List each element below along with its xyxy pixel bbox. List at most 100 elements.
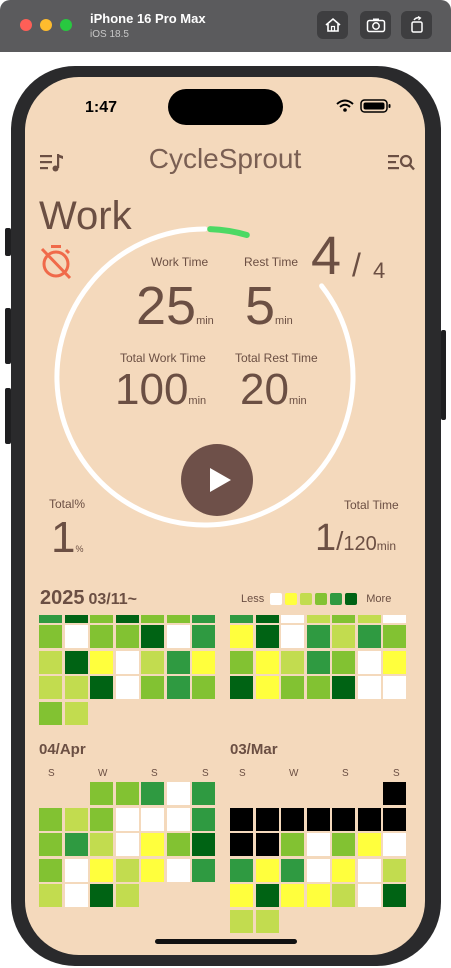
heatmap-cell[interactable] (141, 615, 164, 623)
heatmap-cell[interactable] (255, 858, 279, 882)
heatmap-cell[interactable] (90, 884, 113, 907)
heatmap-cell[interactable] (255, 650, 279, 674)
heatmap-cell[interactable] (166, 650, 190, 674)
heatmap-cell[interactable] (306, 676, 330, 699)
home-button[interactable] (317, 11, 348, 39)
heatmap-cell[interactable] (90, 615, 113, 623)
heatmap-cell[interactable] (306, 807, 330, 831)
heatmap-cell[interactable] (192, 625, 215, 648)
heatmap-cell[interactable] (255, 807, 279, 831)
heatmap-cell[interactable] (64, 858, 88, 882)
heatmap-cell[interactable] (166, 782, 190, 805)
heatmap-cell[interactable] (281, 676, 304, 699)
heatmap-cell[interactable] (306, 650, 330, 674)
power-button[interactable] (441, 330, 446, 420)
heatmap-cell[interactable] (166, 615, 190, 623)
heatmap-cell[interactable] (332, 858, 355, 882)
heatmap-cell[interactable] (166, 676, 190, 699)
heatmap-cell[interactable] (383, 807, 406, 831)
heatmap-cell[interactable] (383, 650, 406, 674)
heatmap-cell[interactable] (332, 884, 355, 907)
heatmap-cell[interactable] (166, 625, 190, 648)
heatmap-cell[interactable] (230, 625, 253, 648)
heatmap-cell[interactable] (115, 782, 139, 805)
heatmap-cell[interactable] (90, 782, 113, 805)
heatmap-cell[interactable] (357, 615, 381, 623)
heatmap-cell[interactable] (64, 807, 88, 831)
heatmap-cell[interactable] (230, 858, 253, 882)
heatmap-cell[interactable] (332, 615, 355, 623)
heatmap-cell[interactable] (90, 833, 113, 856)
heatmap-cell[interactable] (255, 615, 279, 623)
heatmap-cell[interactable] (64, 701, 88, 725)
heatmap-cell[interactable] (383, 884, 406, 907)
heatmap-cell[interactable] (192, 833, 215, 856)
heatmap-cell[interactable] (332, 650, 355, 674)
heatmap-cell[interactable] (39, 676, 62, 699)
play-button[interactable] (181, 444, 253, 516)
heatmap-cell[interactable] (383, 782, 406, 805)
heatmap-cell[interactable] (64, 625, 88, 648)
heatmap-cell[interactable] (141, 625, 164, 648)
heatmap-cell[interactable] (357, 650, 381, 674)
heatmap-cell[interactable] (332, 676, 355, 699)
heatmap-cell[interactable] (255, 833, 279, 856)
heatmap-cell[interactable] (90, 807, 113, 831)
heatmap-cell[interactable] (115, 625, 139, 648)
screenshot-button[interactable] (360, 11, 391, 39)
heatmap-cell[interactable] (357, 625, 381, 648)
heatmap-cell[interactable] (166, 858, 190, 882)
heatmap-cell[interactable] (255, 909, 279, 933)
heatmap-cell[interactable] (281, 833, 304, 856)
heatmap-cell[interactable] (90, 858, 113, 882)
heatmap-cell[interactable] (39, 833, 62, 856)
heatmap-cell[interactable] (39, 701, 62, 725)
heatmap-cell[interactable] (230, 615, 253, 623)
close-window-button[interactable] (20, 19, 32, 31)
heatmap-cell[interactable] (39, 807, 62, 831)
heatmap-cell[interactable] (90, 625, 113, 648)
heatmap-cell[interactable] (115, 615, 139, 623)
heatmap-cell[interactable] (281, 807, 304, 831)
heatmap-cell[interactable] (230, 676, 253, 699)
minimize-window-button[interactable] (40, 19, 52, 31)
heatmap-cell[interactable] (383, 625, 406, 648)
rest-time-value[interactable]: 5min (245, 275, 293, 337)
heatmap-cell[interactable] (192, 807, 215, 831)
volume-up-button[interactable] (5, 308, 11, 364)
heatmap-cell[interactable] (357, 833, 381, 856)
heatmap-cell[interactable] (281, 858, 304, 882)
heatmap-cell[interactable] (64, 833, 88, 856)
heatmap-cell[interactable] (383, 833, 406, 856)
heatmap-cell[interactable] (192, 615, 215, 623)
heatmap-cell[interactable] (115, 650, 139, 674)
heatmap-cell[interactable] (383, 615, 406, 623)
heatmap-cell[interactable] (230, 884, 253, 907)
heatmap-cell[interactable] (357, 676, 381, 699)
heatmap-cell[interactable] (192, 782, 215, 805)
heatmap-cell[interactable] (230, 807, 253, 831)
heatmap-cell[interactable] (141, 858, 164, 882)
heatmap-cell[interactable] (306, 615, 330, 623)
heatmap-cell[interactable] (383, 858, 406, 882)
heatmap-cell[interactable] (306, 884, 330, 907)
heatmap-cell[interactable] (39, 858, 62, 882)
heatmap-cell[interactable] (166, 807, 190, 831)
heatmap-cell[interactable] (255, 625, 279, 648)
heatmap-cell[interactable] (115, 676, 139, 699)
heatmap-cell[interactable] (141, 676, 164, 699)
heatmap-cell[interactable] (141, 833, 164, 856)
work-time-value[interactable]: 25min (136, 275, 214, 337)
heatmap-cell[interactable] (64, 615, 88, 623)
heatmap-cell[interactable] (90, 676, 113, 699)
heatmap-cell[interactable] (306, 833, 330, 856)
zoom-window-button[interactable] (60, 19, 72, 31)
heatmap-cell[interactable] (39, 650, 62, 674)
heatmap-cell[interactable] (357, 858, 381, 882)
heatmap-cell[interactable] (332, 625, 355, 648)
heatmap-cell[interactable] (39, 884, 62, 907)
heatmap-cell[interactable] (64, 884, 88, 907)
heatmap-cell[interactable] (192, 650, 215, 674)
heatmap-cell[interactable] (332, 833, 355, 856)
heatmap-cell[interactable] (281, 625, 304, 648)
